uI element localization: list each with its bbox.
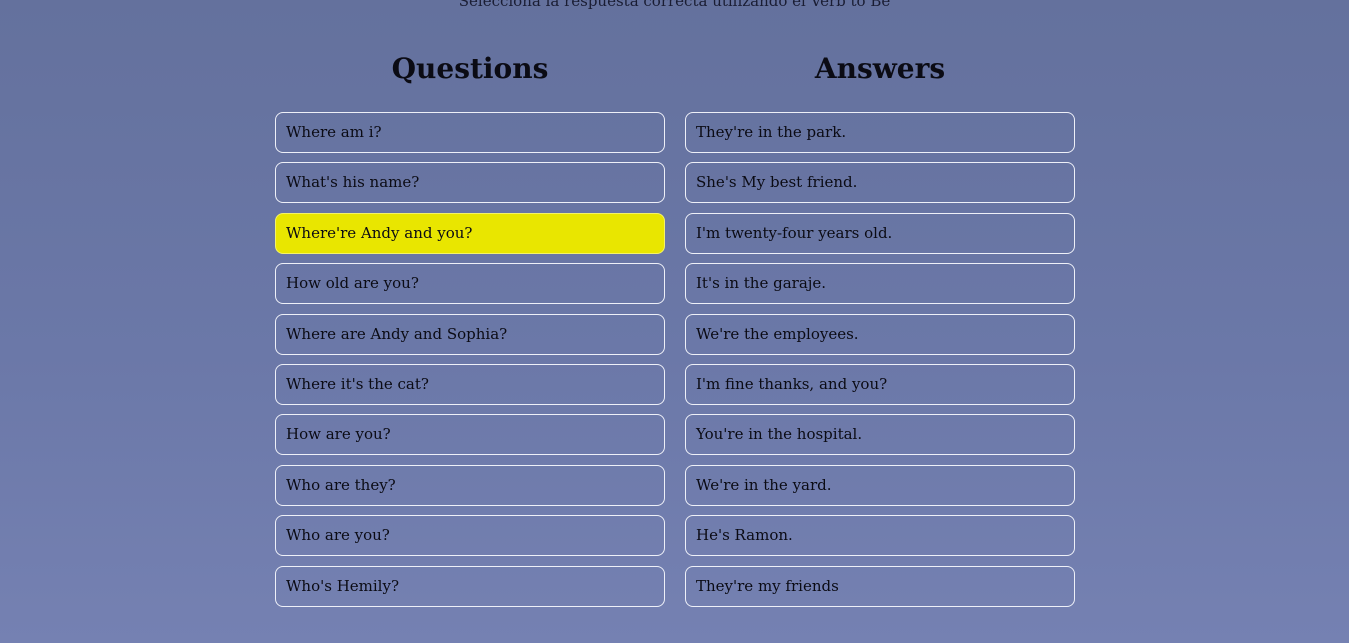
question-item[interactable]: How are you? bbox=[275, 414, 665, 456]
answer-item[interactable]: I'm twenty-four years old. bbox=[685, 212, 1075, 254]
instruction-text: Selecciona la respuesta correcta utiliza… bbox=[458, 0, 891, 10]
question-item[interactable]: Who are they? bbox=[275, 464, 665, 506]
answer-item[interactable]: He's Ramon. bbox=[685, 515, 1075, 557]
answer-item[interactable]: We're in the yard. bbox=[685, 464, 1075, 506]
questions-heading: Questions bbox=[391, 52, 549, 85]
question-item-selected[interactable]: Where're Andy and you? bbox=[275, 212, 665, 254]
question-item[interactable]: Who are you? bbox=[275, 515, 665, 557]
answers-list: They're in the park. She's My best frien… bbox=[685, 112, 1075, 607]
answers-heading: Answers bbox=[814, 52, 946, 85]
answer-item[interactable]: We're the employees. bbox=[685, 313, 1075, 355]
question-item[interactable]: How old are you? bbox=[275, 263, 665, 305]
answer-item[interactable]: You're in the hospital. bbox=[685, 414, 1075, 456]
answer-item[interactable]: They're in the park. bbox=[685, 112, 1075, 153]
question-item[interactable]: Who's Hemily? bbox=[275, 565, 665, 607]
answers-column: Answers They're in the park. She's My be… bbox=[685, 48, 1075, 616]
answer-item[interactable]: It's in the garaje. bbox=[685, 263, 1075, 305]
questions-column: Questions Where am i? What's his name? W… bbox=[275, 48, 665, 616]
question-item[interactable]: Where are Andy and Sophia? bbox=[275, 313, 665, 355]
questions-list: Where am i? What's his name? Where're An… bbox=[275, 112, 665, 607]
question-item[interactable]: What's his name? bbox=[275, 162, 665, 204]
answer-item[interactable]: They're my friends bbox=[685, 565, 1075, 607]
question-item[interactable]: Where am i? bbox=[275, 112, 665, 153]
answer-item[interactable]: I'm fine thanks, and you? bbox=[685, 363, 1075, 405]
question-item[interactable]: Where it's the cat? bbox=[275, 363, 665, 405]
answer-item[interactable]: She's My best friend. bbox=[685, 162, 1075, 204]
